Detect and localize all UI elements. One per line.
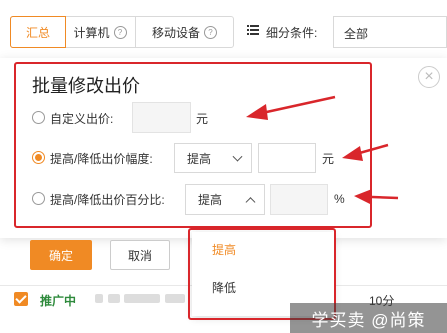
watermark: 学买卖 @尚策 [290,303,447,333]
annotation-arrows [246,95,399,205]
tab-summary[interactable]: 汇总 [10,16,66,48]
arrow-icon [246,95,336,120]
arrow-icon [354,189,399,205]
tab-summary-label: 汇总 [25,25,50,40]
arrow-icon [342,143,389,161]
